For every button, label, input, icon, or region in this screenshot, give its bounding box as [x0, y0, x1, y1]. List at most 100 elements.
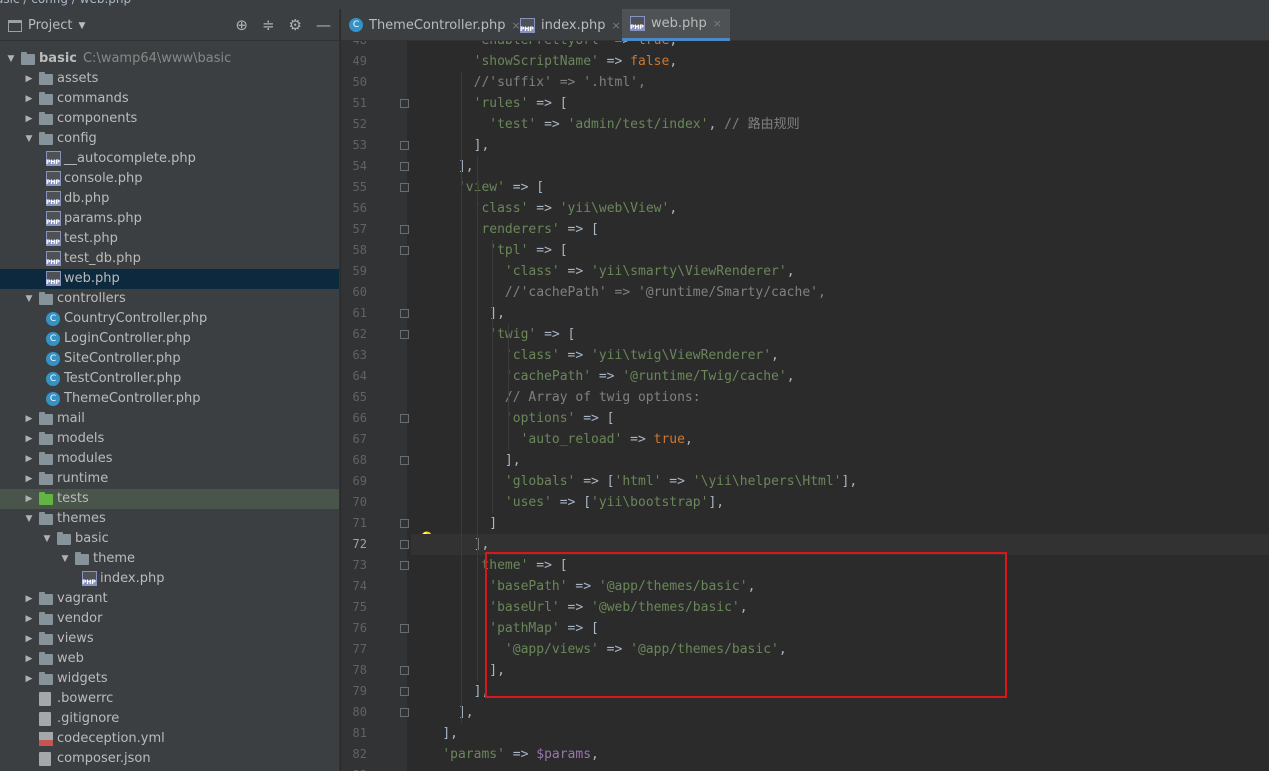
tree-item[interactable]: ▶ assets — [0, 69, 339, 89]
tree-item[interactable]: ▶ models — [0, 429, 339, 449]
tree-item-label: params.php — [64, 209, 142, 229]
chevron-right-icon[interactable]: ▶ — [24, 629, 34, 649]
fold-marker-icon[interactable] — [400, 687, 409, 696]
editor-tab[interactable]: web.php × — [622, 9, 730, 41]
folder-icon — [39, 132, 53, 145]
tree-item[interactable]: index.php — [0, 569, 339, 589]
chevron-down-icon[interactable]: ▼ — [42, 529, 52, 549]
tree-item[interactable]: ▼ themes — [0, 509, 339, 529]
tree-item[interactable]: ▶ modules — [0, 449, 339, 469]
tree-item[interactable]: ▶ runtime — [0, 469, 339, 489]
tree-item[interactable]: ▶ mail — [0, 409, 339, 429]
folder-icon — [39, 412, 53, 425]
close-icon[interactable]: × — [611, 19, 620, 32]
fold-marker-icon[interactable] — [400, 330, 409, 339]
line-number: 66 — [352, 411, 367, 425]
tree-item[interactable]: __autocomplete.php — [0, 149, 339, 169]
editor-tab[interactable]: C ThemeController.php × — [341, 9, 529, 41]
indent-guide — [507, 324, 509, 450]
breadcrumb-item[interactable]: asic — [0, 0, 20, 6]
chevron-right-icon[interactable]: ▶ — [24, 449, 34, 469]
tree-item[interactable]: ▼ controllers — [0, 289, 339, 309]
line-number: 83 — [341, 765, 367, 771]
tree-item[interactable]: ▼ config — [0, 129, 339, 149]
fold-marker-icon[interactable] — [400, 561, 409, 570]
tree-item[interactable]: codeception.yml — [0, 729, 339, 749]
tree-item[interactable]: composer.json — [0, 749, 339, 769]
fold-marker-icon[interactable] — [400, 162, 409, 171]
chevron-down-icon[interactable]: ▼ — [60, 549, 70, 569]
gear-icon[interactable]: ⚙ — [289, 16, 302, 34]
tree-item[interactable]: test.php — [0, 229, 339, 249]
tree-item[interactable]: C TestController.php — [0, 369, 339, 389]
tree-item[interactable]: ▶ commands — [0, 89, 339, 109]
tree-item[interactable]: C CountryController.php — [0, 309, 339, 329]
line-number: 61 — [352, 306, 367, 320]
fold-marker-icon[interactable] — [400, 456, 409, 465]
tree-item[interactable]: C LoginController.php — [0, 329, 339, 349]
tree-item[interactable]: ▶ vagrant — [0, 589, 339, 609]
tree-item[interactable]: console.php — [0, 169, 339, 189]
fold-marker-icon[interactable] — [400, 414, 409, 423]
tree-item[interactable]: ▼ basic — [0, 529, 339, 549]
tree-item[interactable]: .gitignore — [0, 709, 339, 729]
fold-marker-icon[interactable] — [400, 519, 409, 528]
tree-item[interactable]: ▶ vendor — [0, 609, 339, 629]
project-view-selector[interactable]: Project ▼ — [8, 18, 85, 33]
chevron-right-icon[interactable]: ▶ — [24, 469, 34, 489]
code-token: => [ — [504, 180, 545, 195]
tree-item[interactable]: ▼ theme — [0, 549, 339, 569]
tree-item[interactable]: C SiteController.php — [0, 349, 339, 369]
fold-marker-icon[interactable] — [400, 183, 409, 192]
chevron-right-icon[interactable]: ▶ — [24, 429, 34, 449]
fold-marker-icon[interactable] — [400, 624, 409, 633]
minimize-icon[interactable]: — — [316, 16, 331, 34]
tree-item[interactable]: ▶ components — [0, 109, 339, 129]
code-token: => — [559, 348, 592, 363]
chevron-right-icon[interactable]: ▶ — [24, 489, 34, 509]
chevron-right-icon[interactable]: ▶ — [24, 609, 34, 629]
close-icon[interactable]: × — [713, 17, 722, 30]
fold-marker-icon[interactable] — [400, 540, 409, 549]
fold-marker-icon[interactable] — [400, 708, 409, 717]
fold-marker-icon[interactable] — [400, 666, 409, 675]
tree-item[interactable]: web.php — [0, 269, 339, 289]
tree-item[interactable]: db.php — [0, 189, 339, 209]
breadcrumb-item[interactable]: config — [31, 0, 68, 6]
tree-item[interactable]: ▶ tests — [0, 489, 339, 509]
tree-item[interactable]: test_db.php — [0, 249, 339, 269]
chevron-down-icon[interactable]: ▼ — [24, 289, 34, 309]
php-file-icon — [46, 271, 61, 286]
code-token: , — [684, 432, 693, 447]
tree-item[interactable]: ▶ widgets — [0, 669, 339, 689]
tree-item[interactable]: ▼ basic C:\wamp64\www\basic — [0, 49, 339, 69]
tree-item[interactable]: ▶ web — [0, 649, 339, 669]
editor-tab[interactable]: index.php × — [512, 9, 629, 41]
chevron-right-icon[interactable]: ▶ — [24, 589, 34, 609]
chevron-down-icon[interactable]: ▼ — [6, 49, 16, 69]
fold-marker-icon[interactable] — [400, 141, 409, 150]
breadcrumb-item[interactable]: web.php — [80, 0, 131, 6]
fold-marker-icon[interactable] — [400, 99, 409, 108]
tree-item[interactable]: C ThemeController.php — [0, 389, 339, 409]
crosshair-icon[interactable]: ⊕ — [235, 16, 248, 34]
tree-item[interactable]: ▶ views — [0, 629, 339, 649]
chevron-right-icon[interactable]: ▶ — [24, 109, 34, 129]
code-token: $params — [536, 747, 592, 762]
fold-marker-icon[interactable] — [400, 309, 409, 318]
chevron-down-icon[interactable]: ▼ — [24, 129, 34, 149]
code-line: 'renderers' => [ — [411, 219, 1269, 240]
chevron-right-icon[interactable]: ▶ — [24, 649, 34, 669]
chevron-right-icon[interactable]: ▶ — [24, 669, 34, 689]
tree-item-name: vagrant — [57, 591, 108, 606]
chevron-right-icon[interactable]: ▶ — [24, 89, 34, 109]
chevron-right-icon[interactable]: ▶ — [24, 409, 34, 429]
code-token: 'html' — [614, 474, 662, 489]
collapse-all-icon[interactable]: ≑ — [262, 16, 275, 34]
tree-item[interactable]: params.php — [0, 209, 339, 229]
fold-marker-icon[interactable] — [400, 225, 409, 234]
fold-marker-icon[interactable] — [400, 246, 409, 255]
chevron-down-icon[interactable]: ▼ — [24, 509, 34, 529]
tree-item[interactable]: .bowerrc — [0, 689, 339, 709]
chevron-right-icon[interactable]: ▶ — [24, 69, 34, 89]
